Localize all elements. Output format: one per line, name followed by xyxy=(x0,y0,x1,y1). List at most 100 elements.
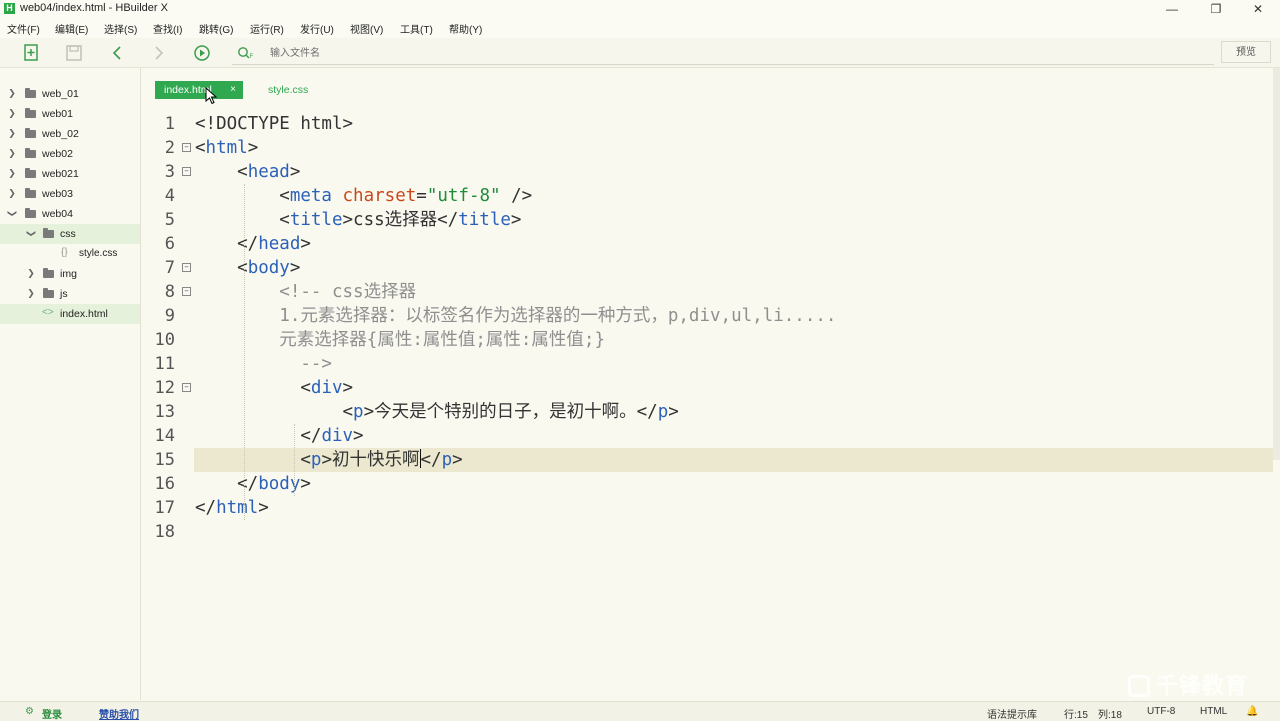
line-number: 1 xyxy=(164,114,175,134)
tree-item-web02[interactable]: ❯ web02 xyxy=(0,144,140,164)
menu-edit[interactable]: 编辑(E) xyxy=(55,21,88,36)
code-line[interactable]: 9 1.元素选择器：以标签名作为选择器的一种方式，p,div,ul,li....… xyxy=(141,304,1261,328)
preview-button[interactable]: 预览 xyxy=(1221,41,1271,63)
code-line[interactable]: 17 </html> xyxy=(141,496,1261,520)
menu-help[interactable]: 帮助(Y) xyxy=(449,21,482,36)
chevron-right-icon[interactable]: ❯ xyxy=(7,88,17,99)
sponsor-link[interactable]: 赞助我们 xyxy=(99,706,139,721)
tree-item-style-css[interactable]: {} style.css xyxy=(0,244,140,264)
menu-file[interactable]: 文件(F) xyxy=(7,21,40,36)
run-icon[interactable] xyxy=(191,42,213,64)
forward-icon[interactable] xyxy=(148,42,170,64)
tab-style-css[interactable]: style.css xyxy=(268,81,308,99)
line-number: 3 xyxy=(164,162,175,182)
folder-icon xyxy=(25,148,36,158)
code-text: <p>初十快乐啊</p> xyxy=(195,449,463,470)
file-search-box: F xyxy=(232,42,1214,65)
menu-select[interactable]: 选择(S) xyxy=(104,21,137,36)
code-line[interactable]: 6 </head> xyxy=(141,232,1261,256)
chevron-down-icon[interactable]: ❯ xyxy=(7,209,18,219)
tab-index-html[interactable]: index.html × xyxy=(155,81,243,99)
indent-guide xyxy=(244,184,245,520)
file-search-input[interactable] xyxy=(270,44,1170,62)
close-tab-icon[interactable]: × xyxy=(230,81,236,99)
chevron-right-icon[interactable]: ❯ xyxy=(7,108,17,119)
chevron-right-icon[interactable]: ❯ xyxy=(7,148,17,159)
tree-item-label: web021 xyxy=(42,168,79,180)
fold-toggle-icon[interactable]: − xyxy=(182,167,191,176)
line-number: 11 xyxy=(154,354,175,374)
chevron-right-icon[interactable]: ❯ xyxy=(7,128,17,139)
tree-item-web_01[interactable]: ❯ web_01 xyxy=(0,84,140,104)
code-text: <!-- css选择器 xyxy=(195,282,417,302)
code-line[interactable]: 15 <p>初十快乐啊</p> xyxy=(141,448,1273,472)
bell-icon[interactable]: 🔔 xyxy=(1246,706,1258,717)
line-number: 13 xyxy=(154,402,175,422)
tree-item-css[interactable]: ❯ css xyxy=(0,224,140,244)
code-area[interactable]: 1 <!DOCTYPE html> 2− <html> 3− <head> 4 <meta… xyxy=(141,112,1273,552)
code-line[interactable]: 12− <div> xyxy=(141,376,1261,400)
indent-guide xyxy=(294,424,295,496)
menu-goto[interactable]: 跳转(G) xyxy=(199,21,233,36)
code-text: <p>今天是个特别的日子，是初十啊。</p> xyxy=(195,402,679,422)
tree-item-img[interactable]: ❯ img xyxy=(0,264,140,284)
encoding-selector[interactable]: UTF-8 xyxy=(1147,706,1175,717)
tree-item-label: js xyxy=(60,288,68,300)
tree-item-web_02[interactable]: ❯ web_02 xyxy=(0,124,140,144)
language-selector[interactable]: HTML xyxy=(1200,706,1227,717)
restore-button[interactable]: ❐ xyxy=(1196,0,1236,18)
line-number: 10 xyxy=(154,330,175,350)
line-number: 18 xyxy=(154,522,175,542)
code-line[interactable]: 7− <body> xyxy=(141,256,1261,280)
menu-find[interactable]: 查找(I) xyxy=(153,21,182,36)
chevron-down-icon[interactable]: ❯ xyxy=(26,229,37,239)
new-file-icon[interactable] xyxy=(21,42,43,64)
code-line[interactable]: 16 </body> xyxy=(141,472,1261,496)
code-line[interactable]: 1 <!DOCTYPE html> xyxy=(141,112,1261,136)
menu-publish[interactable]: 发行(U) xyxy=(300,21,334,36)
tree-item-label: css xyxy=(60,228,76,240)
close-button[interactable]: ✕ xyxy=(1238,0,1278,18)
line-number: 4 xyxy=(164,186,175,206)
code-text: </div> xyxy=(195,426,364,446)
chevron-right-icon[interactable]: ❯ xyxy=(26,268,36,279)
tree-item-js[interactable]: ❯ js xyxy=(0,284,140,304)
chevron-right-icon[interactable]: ❯ xyxy=(26,288,36,299)
back-icon[interactable] xyxy=(106,42,128,64)
save-icon[interactable] xyxy=(63,42,85,64)
code-line[interactable]: 5 <title>css选择器</title> xyxy=(141,208,1261,232)
tree-item-web021[interactable]: ❯ web021 xyxy=(0,164,140,184)
fold-toggle-icon[interactable]: − xyxy=(182,263,191,272)
code-line[interactable]: 4 <meta charset="utf-8" /> xyxy=(141,184,1261,208)
fold-toggle-icon[interactable]: − xyxy=(182,143,191,152)
gear-icon[interactable]: ⚙ xyxy=(25,706,34,717)
fold-toggle-icon[interactable]: − xyxy=(182,287,191,296)
code-line[interactable]: 11 --> xyxy=(141,352,1261,376)
code-line[interactable]: 8− <!-- css选择器 xyxy=(141,280,1261,304)
tree-item-web01[interactable]: ❯ web01 xyxy=(0,104,140,124)
chevron-right-icon[interactable]: ❯ xyxy=(7,188,17,199)
code-line[interactable]: 10 元素选择器{属性:属性值;属性:属性值;} xyxy=(141,328,1261,352)
fold-toggle-icon[interactable]: − xyxy=(182,383,191,392)
minimize-button[interactable]: — xyxy=(1152,0,1192,18)
tree-item-web03[interactable]: ❯ web03 xyxy=(0,184,140,204)
login-link[interactable]: 登录 xyxy=(42,706,62,721)
menu-view[interactable]: 视图(V) xyxy=(350,21,383,36)
code-line[interactable]: 14 </div> xyxy=(141,424,1261,448)
vertical-scrollbar[interactable] xyxy=(1273,68,1280,460)
menu-run[interactable]: 运行(R) xyxy=(250,21,284,36)
chevron-right-icon[interactable]: ❯ xyxy=(7,168,17,179)
code-line[interactable]: 13 <p>今天是个特别的日子，是初十啊。</p> xyxy=(141,400,1261,424)
syntax-library-button[interactable]: 语法提示库 xyxy=(987,706,1037,721)
tree-item-web04[interactable]: ❯ web04 xyxy=(0,204,140,224)
tree-item-index-html[interactable]: <> index.html xyxy=(0,304,140,324)
code-line[interactable]: 2− <html> xyxy=(141,136,1261,160)
tab-label: style.css xyxy=(268,84,309,96)
code-line[interactable]: 3− <head> xyxy=(141,160,1261,184)
code-line[interactable]: 18 xyxy=(141,520,1261,544)
cursor-column: 列:18 xyxy=(1098,710,1122,721)
tree-item-label: img xyxy=(60,268,77,280)
line-number: 16 xyxy=(154,474,175,494)
menu-tools[interactable]: 工具(T) xyxy=(400,21,433,36)
code-editor[interactable]: index.html × style.css 1 <!DOCTYPE html> 2… xyxy=(141,68,1280,700)
